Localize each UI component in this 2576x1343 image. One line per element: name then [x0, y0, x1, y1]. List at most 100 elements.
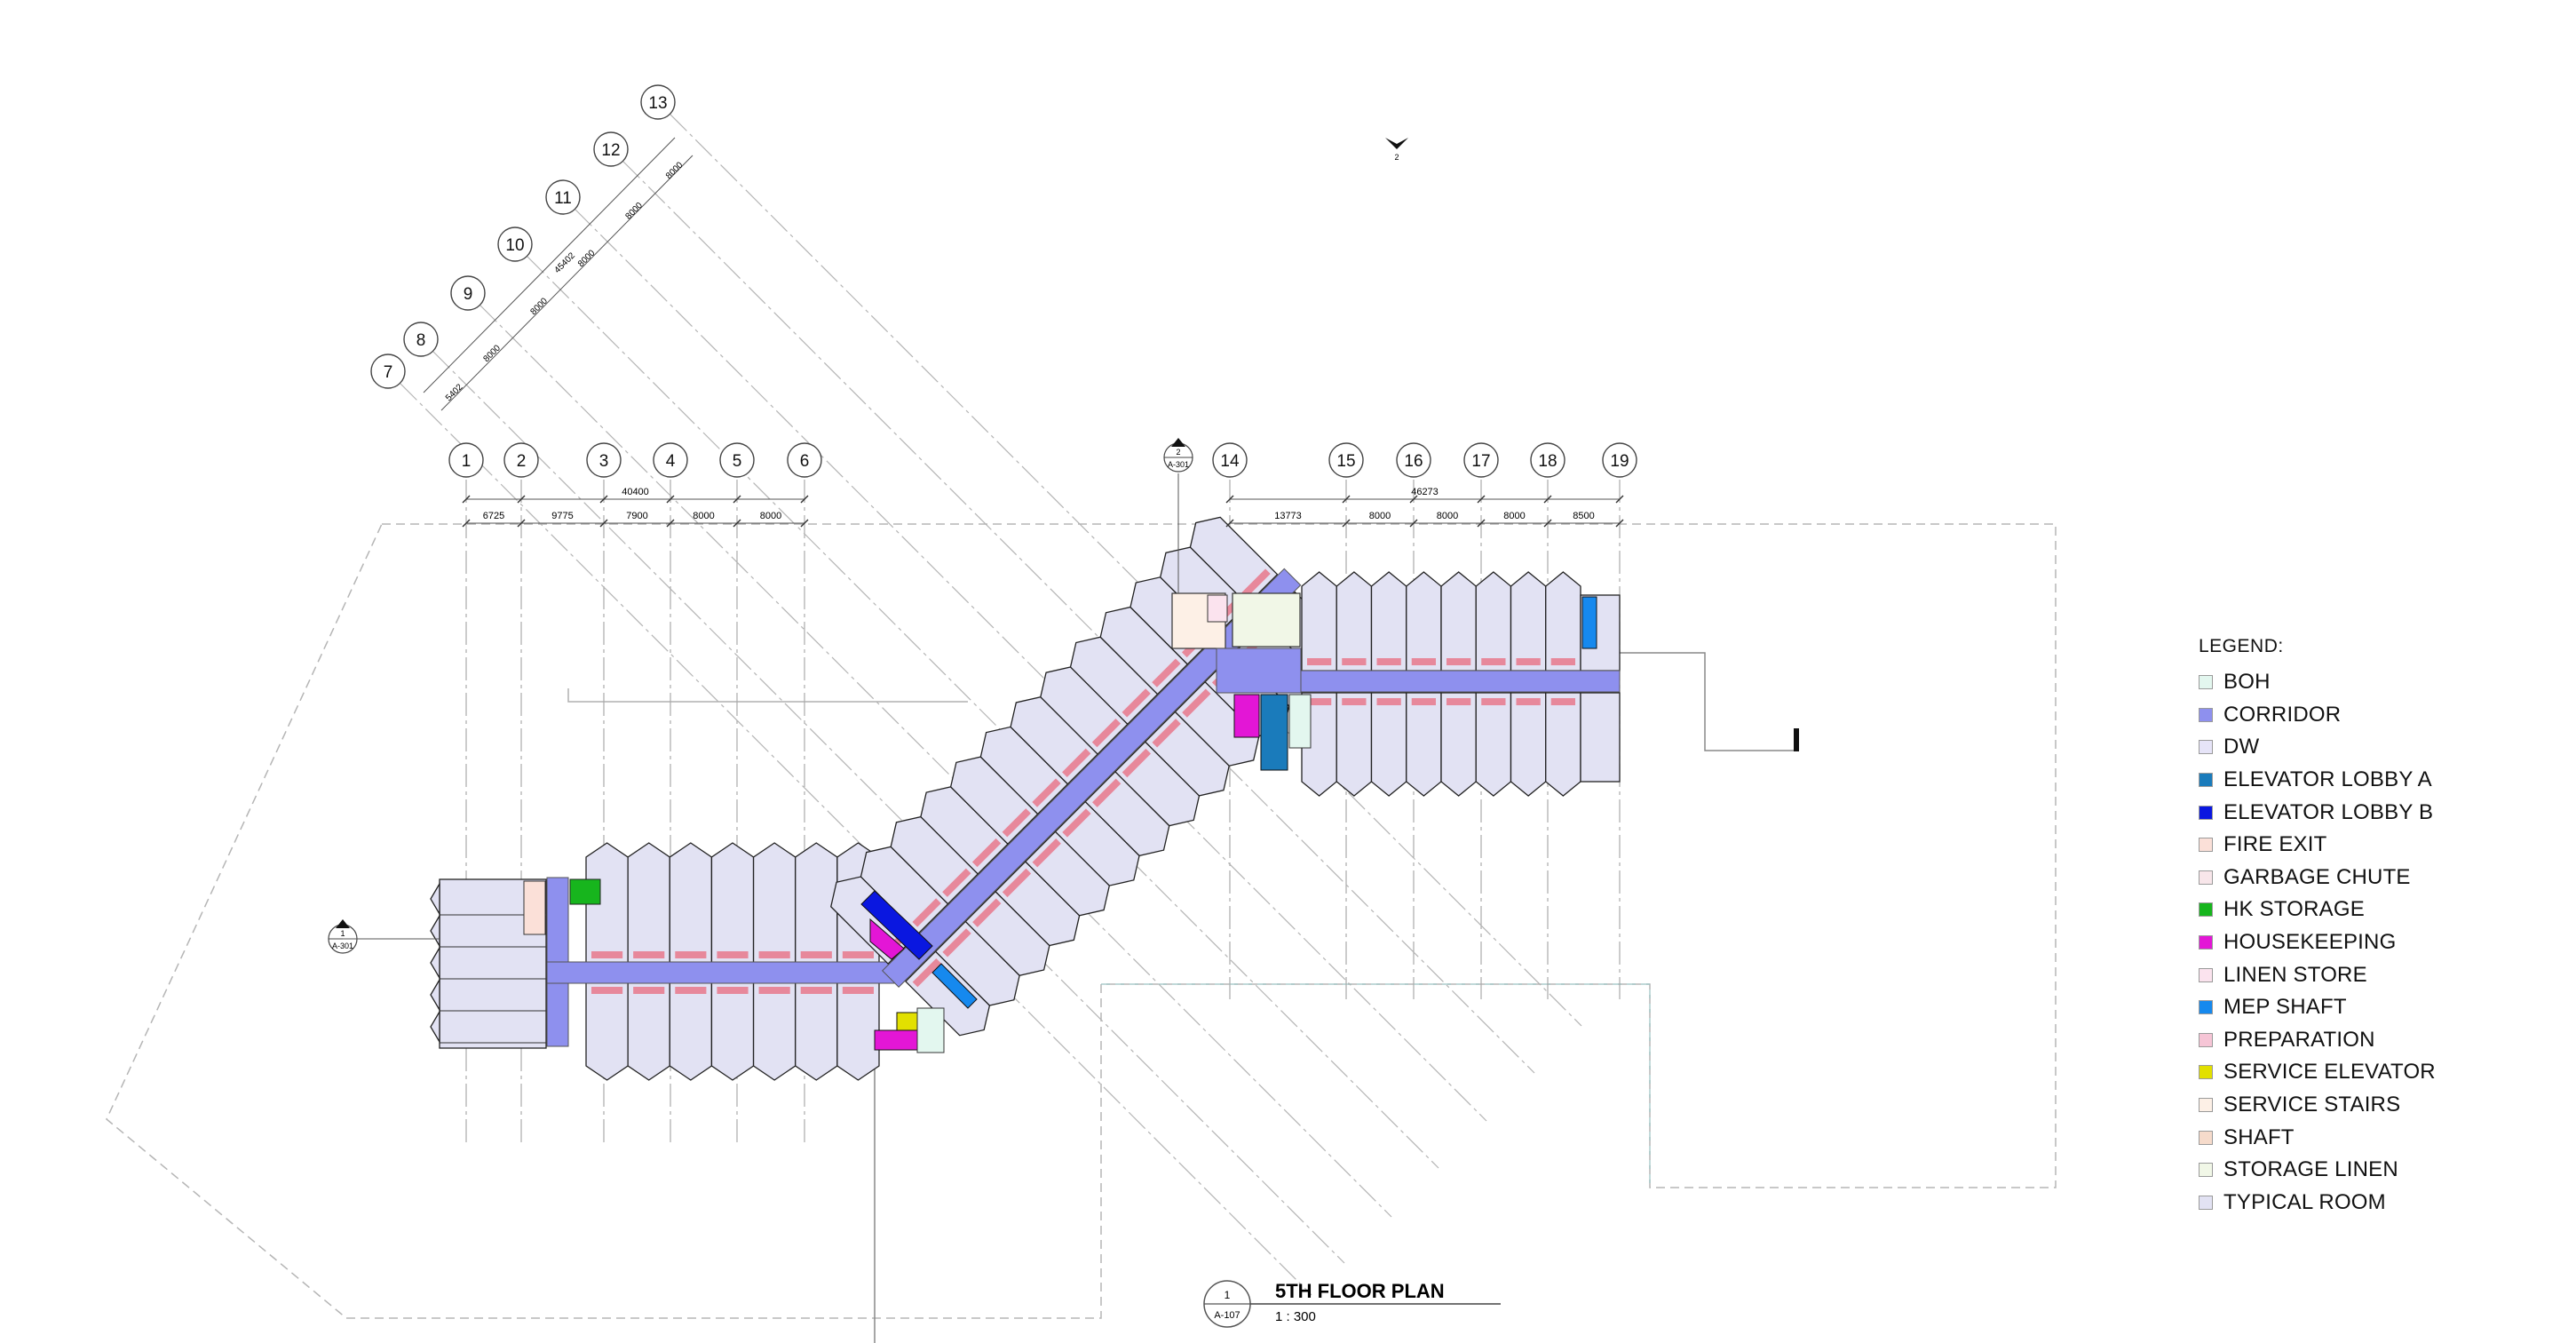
legend-item: LINEN STORE: [2199, 958, 2554, 991]
legend-item: ELEVATOR LOBBY B: [2199, 796, 2554, 829]
grid-label: 1: [462, 452, 472, 471]
bathroom-core: [1411, 658, 1436, 665]
grid-label: 9: [464, 285, 473, 304]
legend-label: PREPARATION: [2223, 1027, 2375, 1052]
legend-label: HK STORAGE: [2223, 897, 2365, 922]
legend-item: SHAFT: [2199, 1121, 2554, 1154]
dimension-label: 8000: [693, 511, 714, 521]
view-number: 1: [1225, 1289, 1231, 1301]
end-room-bay: [430, 977, 440, 1013]
grid-label: 16: [1404, 452, 1423, 471]
bathroom-core: [675, 951, 707, 958]
end-room-bay: [430, 881, 440, 917]
grid-label: 12: [601, 141, 620, 160]
grid-label: 14: [1220, 452, 1240, 471]
typical-room: [1545, 692, 1581, 797]
diagonal-dimension-total: 45402: [553, 250, 578, 275]
legend-label: BOH: [2223, 670, 2271, 695]
grid-label: 11: [554, 189, 572, 208]
legend-swatch: [2199, 1098, 2213, 1113]
diagonal-grid-line: [400, 383, 1312, 1296]
bathroom-core: [800, 951, 832, 958]
typical-room: [1440, 692, 1477, 797]
bathroom-core: [1447, 698, 1471, 705]
typical-room: [1301, 571, 1337, 672]
diagonal-dimension-label: 8000: [528, 296, 550, 317]
building-footprint: [430, 516, 1621, 1081]
legend: LEGEND: BOH CORRIDOR DW ELEVATOR LOBBY A ELE…: [2199, 636, 2554, 1219]
bathroom-core: [842, 951, 874, 958]
bathroom-core: [633, 951, 665, 958]
legend-label: DW: [2223, 735, 2260, 759]
typical-room: [1475, 692, 1512, 797]
view-sheet-ref: A-107: [1214, 1310, 1240, 1321]
legend-item: HOUSEKEEPING: [2199, 926, 2554, 959]
typical-room: [585, 981, 629, 1081]
legend-swatch: [2199, 1065, 2213, 1080]
legend-item: BOH: [2199, 666, 2554, 699]
bathroom-core: [800, 987, 832, 994]
typical-room: [836, 981, 880, 1081]
legend-item: TYPICAL ROOM: [2199, 1187, 2554, 1220]
bathroom-core: [717, 987, 749, 994]
corridor: [546, 961, 903, 984]
grid-label: 3: [599, 452, 609, 471]
bathroom-core: [591, 987, 623, 994]
diagonal-dimension-label: 8000: [576, 248, 598, 269]
legend-label: STORAGE LINEN: [2223, 1157, 2398, 1182]
bathroom-core: [1376, 698, 1401, 705]
diagonal-grid-line: [432, 351, 1345, 1264]
legend-label: FIRE EXIT: [2223, 832, 2327, 857]
floor-plan-drawing: 1 2 3 4 5 6 14 15 16 17 18 1978910111213 404006725 9…: [106, 84, 2057, 1343]
typical-room: [795, 981, 838, 1081]
grid-label: 13: [648, 94, 667, 113]
legend-items: BOH CORRIDOR DW ELEVATOR LOBBY A ELEVATOR LO…: [2199, 666, 2554, 1219]
dimension-total: 46273: [1411, 487, 1439, 497]
typical-room: [1406, 692, 1442, 797]
bathroom-core: [1481, 658, 1506, 665]
typical-room: [795, 842, 838, 965]
north-marker: [1794, 728, 1799, 751]
section-arrow: [1171, 438, 1185, 447]
housekeeping: [1233, 694, 1260, 738]
legend-swatch: [2199, 1130, 2213, 1145]
podium-outline-east: [1616, 652, 1794, 751]
typical-room: [710, 842, 755, 965]
legend-label: ELEVATOR LOBBY B: [2223, 799, 2434, 824]
site-boundary-inner: [1101, 983, 1651, 1188]
grid-label: 10: [505, 236, 524, 255]
typical-room: [627, 842, 670, 965]
drawing-scale: 1 : 300: [1275, 1309, 1316, 1324]
bathroom-core: [1307, 658, 1332, 665]
diagonal-dimension-label: 8000: [481, 343, 503, 364]
bathroom-core: [1481, 698, 1506, 705]
legend-swatch: [2199, 1000, 2213, 1015]
corridor: [1216, 648, 1302, 694]
dimension-label: 8500: [1573, 511, 1594, 521]
section-number: 2: [1394, 153, 1399, 162]
bathroom-core: [1516, 658, 1541, 665]
bathroom-core: [717, 951, 749, 958]
dimension-label: 8000: [1369, 511, 1391, 521]
legend-label: LINEN STORE: [2223, 962, 2367, 987]
grid-label: 7: [384, 363, 393, 382]
diagonal-dimension-label: 8000: [664, 160, 686, 181]
typical-room: [1440, 571, 1477, 672]
dimension-label: 9775: [551, 511, 573, 521]
dimension-total: 40400: [622, 487, 649, 497]
boh: [916, 1007, 945, 1053]
storage-linen: [1232, 592, 1301, 648]
legend-swatch: [2199, 805, 2213, 820]
typical-room: [1475, 571, 1512, 672]
legend-swatch: [2199, 740, 2213, 755]
section-arrow: [1385, 138, 1408, 149]
typical-room: [627, 981, 670, 1081]
typical-room: [752, 842, 797, 965]
end-room-bay: [430, 1009, 440, 1045]
diagonal-dimension-line: [423, 137, 676, 393]
section-arrow: [336, 919, 350, 928]
dimension-label: 8000: [760, 511, 781, 521]
typical-room: [669, 981, 713, 1081]
typical-room: [1510, 571, 1547, 672]
section-sheet: A-301: [1168, 460, 1189, 469]
